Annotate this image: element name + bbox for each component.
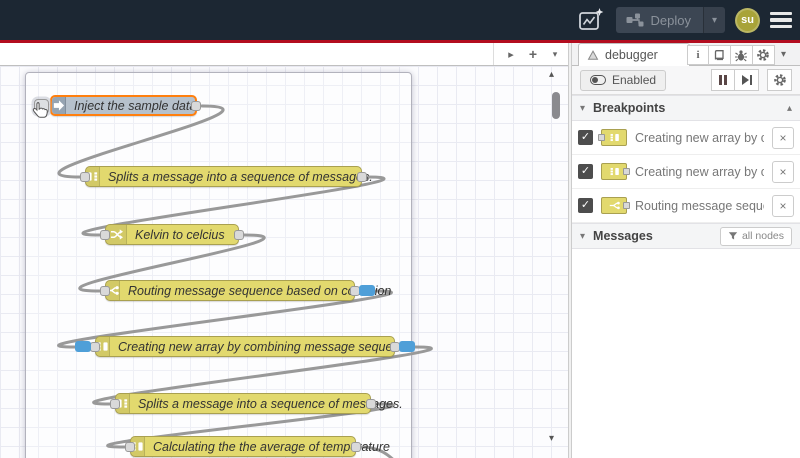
gear-icon xyxy=(773,73,787,87)
avatar[interactable]: su xyxy=(735,7,760,33)
input-port[interactable] xyxy=(80,171,90,182)
bug-icon xyxy=(734,48,748,62)
flow-node-switch[interactable]: Routing message sequence based on condit… xyxy=(100,280,391,301)
deploy-label: Deploy xyxy=(650,12,691,28)
flow-node-inject[interactable]: Inject the sample data xyxy=(34,95,201,116)
main-menu-icon[interactable] xyxy=(770,12,792,28)
breakpoint-row: ✓ Creating new array by combining message… xyxy=(572,155,800,189)
input-port[interactable] xyxy=(100,229,110,240)
input-port[interactable] xyxy=(110,398,120,409)
breakpoint-marker-out[interactable] xyxy=(359,285,375,296)
breakpoints-list: ✓ Creating new array by combining message… xyxy=(572,121,800,223)
output-port[interactable] xyxy=(234,229,244,240)
node-label: Creating new array by combining message … xyxy=(118,339,413,354)
funnel-icon xyxy=(728,231,738,241)
input-port[interactable] xyxy=(90,341,100,352)
info-icon: i xyxy=(696,48,700,61)
mini-port xyxy=(623,168,630,175)
sidebar-tabbar: debugger i ▾ xyxy=(572,43,800,66)
flow-node-join1[interactable]: Creating new array by combining message … xyxy=(75,336,415,357)
deploy-icon xyxy=(626,13,644,27)
mini-port xyxy=(598,134,605,141)
remove-breakpoint-button[interactable]: × xyxy=(772,160,794,183)
mini-port xyxy=(623,202,630,209)
gear-icon xyxy=(756,48,770,62)
canvas-scroll-up-icon[interactable]: ▴ xyxy=(549,69,554,80)
flow-node-split2[interactable]: Splits a message into a sequence of mess… xyxy=(110,393,403,414)
deploy-options-caret[interactable]: ▾ xyxy=(702,7,725,33)
breakpoint-checkbox[interactable]: ✓ xyxy=(578,164,593,179)
output-port[interactable] xyxy=(357,171,367,182)
remove-breakpoint-button[interactable]: × xyxy=(772,194,794,217)
breakpoints-section-header[interactable]: ▾ Breakpoints ▴ xyxy=(572,95,800,121)
deploy-button[interactable]: Deploy ▾ xyxy=(615,7,725,33)
workspace-tabbar: ▸ + ▾ xyxy=(0,43,568,66)
breakpoint-marker-out[interactable] xyxy=(399,341,415,352)
tab-scroll-right-icon[interactable]: ▸ xyxy=(502,48,520,61)
breakpoint-row: ✓ Creating new array by combining message… xyxy=(572,121,800,155)
inject-node-icon xyxy=(52,97,66,114)
sidebar-tabs-caret-icon[interactable]: ▾ xyxy=(781,49,786,60)
flow-list-caret-icon[interactable]: ▾ xyxy=(546,49,564,60)
join-mini-node-icon xyxy=(601,163,630,180)
book-icon xyxy=(712,48,726,62)
debugger-toolbar: Enabled xyxy=(572,66,800,95)
tab-debugger[interactable]: debugger xyxy=(578,43,690,66)
cursor-hand-icon xyxy=(31,101,49,121)
debug-tab-button[interactable] xyxy=(730,44,753,65)
sidebar: debugger i ▾ Enabled ▾ Breakpoints ▴ ✓ C… xyxy=(572,43,800,458)
config-tab-button[interactable] xyxy=(752,44,775,65)
breakpoint-checkbox[interactable]: ✓ xyxy=(578,198,593,213)
pause-button[interactable] xyxy=(711,69,735,91)
breakpoint-marker-in[interactable] xyxy=(75,341,91,352)
breakpoint-checkbox[interactable]: ✓ xyxy=(578,130,593,145)
debugger-enabled-toggle[interactable]: Enabled xyxy=(580,69,667,91)
node-label: Kelvin to celcius xyxy=(135,227,225,242)
chevron-down-icon: ▾ xyxy=(580,102,586,114)
remove-breakpoint-button[interactable]: × xyxy=(772,126,794,149)
output-port[interactable] xyxy=(366,398,376,409)
debugger-tab-icon xyxy=(587,49,599,61)
flow-node-split1[interactable]: Splits a message into a sequence of mess… xyxy=(80,166,373,187)
flow-node-change[interactable]: Kelvin to celcius xyxy=(100,224,244,245)
chevron-down-icon: ▾ xyxy=(580,230,586,242)
output-port[interactable] xyxy=(351,441,361,452)
output-port[interactable] xyxy=(191,100,201,111)
breakpoint-label: Creating new array by combining message … xyxy=(635,164,764,179)
node-red-app: Deploy ▾ su ▸ + ▾ Inject the sample data… xyxy=(0,0,800,458)
node-label: Calculating the the average of temperatu… xyxy=(153,439,390,454)
node-label: Inject the sample data xyxy=(74,98,197,113)
messages-section-header[interactable]: ▾ Messages all nodes xyxy=(572,223,800,249)
breakpoint-row: ✓ Routing message sequence based on condi… xyxy=(572,189,800,223)
info-tab-button[interactable]: i xyxy=(686,44,709,65)
flow-canvas[interactable]: Inject the sample data Splits a message i… xyxy=(0,66,568,458)
breakpoint-label: Creating new array by combining message … xyxy=(635,130,764,145)
step-button[interactable] xyxy=(735,69,759,91)
canvas-scrollbar-thumb[interactable] xyxy=(552,92,560,119)
switch-mini-node-icon xyxy=(601,197,630,214)
add-flow-icon[interactable]: + xyxy=(524,46,542,62)
caret-down-icon: ▾ xyxy=(711,14,717,26)
sidebar-scroll-up-icon[interactable]: ▴ xyxy=(787,103,792,114)
input-port[interactable] xyxy=(125,441,135,452)
node-label: Splits a message into a sequence of mess… xyxy=(108,169,373,184)
flow-node-avg[interactable]: Calculating the the average of temperatu… xyxy=(125,436,390,457)
assistant-icon[interactable] xyxy=(576,5,606,35)
debugger-settings-button[interactable] xyxy=(767,69,792,91)
header-bar: Deploy ▾ su xyxy=(0,0,800,40)
pause-icon xyxy=(719,75,727,85)
messages-filter-button[interactable]: all nodes xyxy=(719,226,792,246)
input-port[interactable] xyxy=(100,285,110,296)
help-tab-button[interactable] xyxy=(708,44,731,65)
canvas-scroll-down-icon[interactable]: ▾ xyxy=(549,433,554,444)
toggle-icon xyxy=(590,75,606,85)
breakpoint-label: Routing message sequence based on condit… xyxy=(635,198,764,213)
join-mini-node-icon xyxy=(598,129,627,146)
step-icon xyxy=(741,75,752,85)
